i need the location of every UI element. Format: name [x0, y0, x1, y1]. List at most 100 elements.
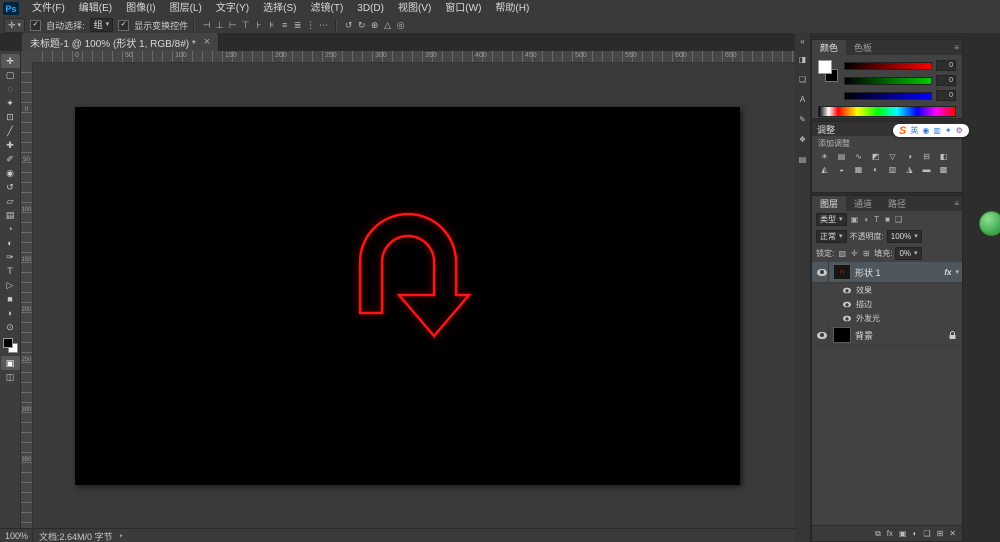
- eye-icon[interactable]: [843, 301, 851, 307]
- panel-icon[interactable]: ❏: [799, 75, 806, 84]
- foreground-color-swatch[interactable]: [3, 338, 13, 348]
- align-icon[interactable]: ⊣: [200, 20, 213, 31]
- menu-item[interactable]: 图像(I): [119, 0, 162, 17]
- tool-button[interactable]: ↺: [1, 180, 20, 194]
- layer-row-background[interactable]: 背景: [812, 325, 962, 346]
- sogou-toolbar-icon[interactable]: 英: [910, 125, 918, 136]
- adjustment-icon[interactable]: ◮: [901, 163, 918, 176]
- auto-select-dropdown[interactable]: 组 ▾: [90, 18, 114, 32]
- panel-icon[interactable]: ◨: [799, 55, 807, 64]
- tool-button[interactable]: ⊙: [1, 320, 20, 334]
- adjustment-icon[interactable]: ▬: [918, 163, 935, 176]
- layers-action-icon[interactable]: ⧉: [875, 529, 881, 539]
- show-transform-checkbox[interactable]: ✓: [118, 20, 129, 31]
- active-tool-preset[interactable]: ✛ ▾: [4, 18, 25, 33]
- tool-button[interactable]: T: [1, 264, 20, 278]
- options-icon[interactable]: ↻: [355, 20, 368, 31]
- layers-action-icon[interactable]: ▣: [899, 529, 907, 538]
- tool-button[interactable]: ✑: [1, 250, 20, 264]
- tab-swatches[interactable]: 色板: [846, 40, 880, 55]
- panel-icon[interactable]: ❖: [799, 135, 806, 144]
- lock-icon[interactable]: ✛: [849, 249, 859, 258]
- align-icon[interactable]: ≣: [291, 20, 304, 31]
- adjustment-icon[interactable]: ∿: [850, 150, 867, 163]
- chevron-down-icon[interactable]: ▾: [955, 268, 959, 276]
- adjustment-icon[interactable]: ☀: [816, 150, 833, 163]
- tool-button[interactable]: ◗: [1, 306, 20, 320]
- tool-button[interactable]: ✐: [1, 152, 20, 166]
- sogou-toolbar-icon[interactable]: ▥: [933, 126, 941, 135]
- blend-mode-dropdown[interactable]: 正常 ▾: [816, 230, 847, 243]
- menu-item[interactable]: 视图(V): [391, 0, 438, 17]
- tool-button[interactable]: ◌: [1, 82, 20, 96]
- eye-icon[interactable]: [843, 287, 851, 293]
- fx-badge[interactable]: fx: [944, 268, 951, 277]
- adjustment-icon[interactable]: ⊟: [918, 150, 935, 163]
- layer-thumbnail[interactable]: [833, 327, 851, 343]
- menu-item[interactable]: 图层(L): [163, 0, 209, 17]
- menu-item[interactable]: 选择(S): [256, 0, 303, 17]
- auto-select-checkbox[interactable]: ✓: [30, 20, 41, 31]
- panel-icon[interactable]: A: [800, 95, 805, 104]
- eye-icon[interactable]: [843, 315, 851, 321]
- sogou-input-toolbar[interactable]: S 英◉▥✦⚙: [893, 124, 969, 137]
- menu-item[interactable]: 帮助(H): [488, 0, 536, 17]
- layer-effect-row[interactable]: 外发光: [812, 311, 962, 325]
- close-icon[interactable]: ×: [204, 36, 210, 48]
- menu-item[interactable]: 窗口(W): [438, 0, 488, 17]
- layer-thumbnail[interactable]: ∩: [833, 264, 851, 280]
- options-icon[interactable]: ⊕: [368, 20, 381, 31]
- tool-button[interactable]: ▤: [1, 208, 20, 222]
- sogou-toolbar-icon[interactable]: ◉: [922, 126, 929, 135]
- options-icon[interactable]: ◎: [394, 20, 407, 31]
- screen-mode-icon[interactable]: ◫: [1, 370, 20, 384]
- menu-item[interactable]: 文件(F): [25, 0, 72, 17]
- adjustment-icon[interactable]: ▤: [833, 150, 850, 163]
- menu-item[interactable]: 编辑(E): [72, 0, 119, 17]
- color-panel-swatches[interactable]: [818, 60, 838, 82]
- tool-button[interactable]: ▢: [1, 68, 20, 82]
- slider-value[interactable]: 0: [936, 75, 956, 86]
- adjustment-icon[interactable]: ◩: [867, 150, 884, 163]
- layer-name[interactable]: 形状 1: [855, 266, 940, 279]
- zoom-level-field[interactable]: 100%: [0, 529, 33, 542]
- visibility-toggle[interactable]: [815, 262, 829, 282]
- lock-icon[interactable]: ▨: [837, 249, 847, 258]
- panel-icon[interactable]: ▤: [799, 155, 807, 164]
- options-icon[interactable]: △: [381, 20, 394, 31]
- layers-action-icon[interactable]: ❑: [923, 529, 930, 538]
- tool-button[interactable]: ▷: [1, 278, 20, 292]
- filter-icon[interactable]: ▣: [850, 215, 860, 224]
- tool-button[interactable]: ╱: [1, 124, 20, 138]
- layers-action-icon[interactable]: fx: [887, 529, 893, 538]
- tool-button[interactable]: ◉: [1, 166, 20, 180]
- panel-menu-icon[interactable]: ≡: [954, 43, 959, 52]
- filter-icon[interactable]: ❑: [894, 215, 904, 224]
- align-icon[interactable]: ⊤: [239, 20, 252, 31]
- tool-button[interactable]: ▱: [1, 194, 20, 208]
- lock-icon[interactable]: ⊞: [861, 249, 871, 258]
- layers-action-icon[interactable]: ◐: [913, 529, 918, 538]
- layers-action-icon[interactable]: ✕: [949, 529, 956, 538]
- tool-button[interactable]: ◔: [1, 222, 20, 236]
- screen-mode-icon[interactable]: ▣: [1, 356, 20, 370]
- adjustment-icon[interactable]: ▥: [884, 163, 901, 176]
- opacity-dropdown[interactable]: 100% ▾: [887, 230, 922, 243]
- adjustment-icon[interactable]: ◑: [901, 150, 918, 163]
- adjustment-icon[interactable]: ◐: [867, 163, 884, 176]
- slider-value[interactable]: 0: [936, 90, 956, 101]
- filter-icon[interactable]: ◑: [861, 215, 871, 224]
- color-spectrum-bar[interactable]: [818, 106, 956, 117]
- tool-button[interactable]: ✦: [1, 96, 20, 110]
- panel-menu-icon[interactable]: ≡: [954, 199, 959, 208]
- tool-button[interactable]: ⊡: [1, 110, 20, 124]
- align-icon[interactable]: ⋮: [304, 20, 317, 31]
- foreground-swatch[interactable]: [818, 60, 832, 74]
- layer-effect-row[interactable]: 描边: [812, 297, 962, 311]
- menu-item[interactable]: 文字(Y): [209, 0, 256, 17]
- menu-item[interactable]: 滤镜(T): [304, 0, 351, 17]
- tool-button[interactable]: ✛: [1, 54, 20, 68]
- panel-icon[interactable]: ✎: [799, 115, 806, 124]
- tool-button[interactable]: ✚: [1, 138, 20, 152]
- layer-name[interactable]: 背景: [855, 329, 945, 342]
